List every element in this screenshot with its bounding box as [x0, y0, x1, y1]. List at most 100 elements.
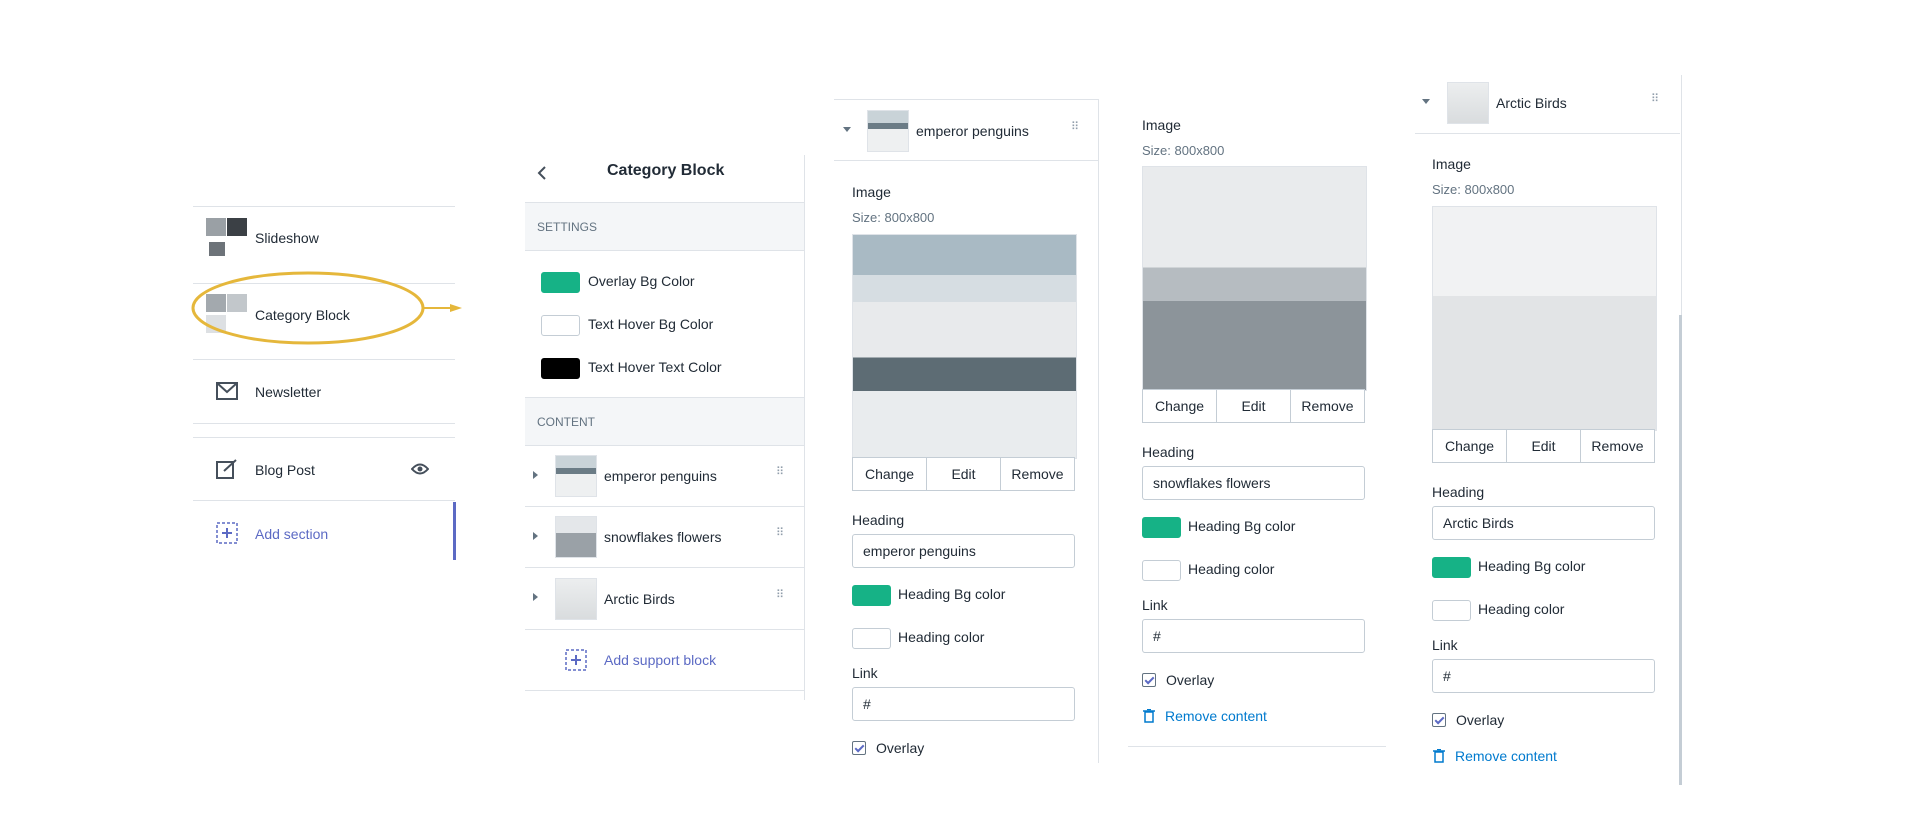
section-item-label: Newsletter [255, 384, 322, 400]
image-preview [1142, 166, 1367, 391]
heading-bg-color-swatch[interactable] [1142, 517, 1181, 538]
heading-input[interactable]: emperor penguins [852, 534, 1075, 568]
heading-input[interactable]: Arctic Birds [1432, 506, 1655, 540]
overlay-label: Overlay [1456, 712, 1505, 728]
heading-color-swatch[interactable] [1432, 600, 1471, 621]
caret-right-icon[interactable] [533, 471, 538, 479]
scrollbar[interactable] [1679, 315, 1682, 785]
divider [525, 202, 804, 203]
section-item-label: Blog Post [255, 462, 315, 478]
caret-down-icon[interactable] [843, 127, 851, 132]
image-button-bar: Change Edit Remove [1432, 429, 1655, 463]
heading-color-label: Heading color [898, 629, 985, 645]
content-header: CONTENT [537, 415, 595, 429]
change-button[interactable]: Change [853, 458, 927, 490]
image-preview [1432, 206, 1657, 431]
divider [525, 250, 804, 251]
remove-button[interactable]: Remove [1001, 458, 1074, 490]
block-label: emperor penguins [604, 468, 717, 484]
overlay-label: Overlay [876, 740, 925, 756]
block-title: emperor penguins [916, 123, 1029, 139]
divider [525, 629, 804, 630]
heading-label: Heading [852, 512, 905, 528]
overlay-checkbox[interactable] [852, 741, 866, 755]
divider [193, 206, 455, 207]
block-thumb [555, 578, 597, 620]
highlight-ellipse [191, 271, 462, 345]
block-title: Arctic Birds [1496, 95, 1567, 111]
heading-bg-color-label: Heading Bg color [898, 586, 1006, 602]
image-size: Size: 800x800 [1432, 182, 1515, 197]
color-label: Overlay Bg Color [588, 273, 695, 289]
edit-button[interactable]: Edit [927, 458, 1001, 490]
overlay-checkbox[interactable] [1432, 713, 1446, 727]
change-button[interactable]: Change [1433, 430, 1507, 462]
panel-title: Category Block [607, 162, 725, 179]
drag-handle-icon[interactable]: ⠿ [1651, 94, 1659, 109]
color-swatch[interactable] [541, 315, 580, 336]
section-item-label: Slideshow [255, 230, 319, 246]
edit-button[interactable]: Edit [1507, 430, 1581, 462]
divider [525, 445, 804, 446]
trash-icon [1143, 709, 1155, 723]
caret-right-icon[interactable] [533, 532, 538, 540]
link-input[interactable]: # [852, 687, 1075, 721]
panel-border [804, 155, 805, 700]
image-size: Size: 800x800 [852, 210, 935, 225]
link-input[interactable]: # [1142, 619, 1365, 653]
drag-handle-icon[interactable]: ⠿ [1071, 122, 1079, 137]
remove-button[interactable]: Remove [1291, 390, 1364, 422]
overlay-label: Overlay [1166, 672, 1215, 688]
link-label: Link [852, 665, 878, 681]
heading-label: Heading [1432, 484, 1485, 500]
add-section-label: Add section [255, 526, 329, 542]
block-thumb [1447, 82, 1489, 124]
divider [525, 690, 804, 691]
heading-input[interactable]: snowflakes flowers [1142, 466, 1365, 500]
link-input[interactable]: # [1432, 659, 1655, 693]
change-button[interactable]: Change [1143, 390, 1217, 422]
heading-bg-color-label: Heading Bg color [1478, 558, 1586, 574]
scrollbar[interactable] [453, 502, 456, 560]
heading-bg-color-swatch[interactable] [852, 585, 891, 606]
caret-right-icon[interactable] [533, 593, 538, 601]
caret-down-icon[interactable] [1422, 99, 1430, 104]
block-thumb [555, 516, 597, 558]
heading-color-swatch[interactable] [1142, 560, 1181, 581]
add-icon [565, 649, 587, 671]
remove-content-label: Remove content [1455, 748, 1557, 764]
color-label: Text Hover Text Color [588, 359, 722, 375]
divider [525, 397, 804, 398]
edit-icon [216, 459, 237, 479]
eye-icon[interactable] [411, 463, 429, 475]
drag-handle-icon[interactable]: ⠿ [776, 528, 784, 543]
image-label: Image [1432, 156, 1471, 172]
chevron-left-icon[interactable] [536, 165, 548, 181]
heading-bg-color-swatch[interactable] [1432, 557, 1471, 578]
envelope-icon [216, 382, 238, 400]
color-swatch[interactable] [541, 358, 580, 379]
heading-label: Heading [1142, 444, 1195, 460]
divider [1128, 746, 1386, 747]
image-button-bar: Change Edit Remove [1142, 389, 1365, 423]
heading-color-label: Heading color [1188, 561, 1275, 577]
divider [525, 567, 804, 568]
heading-color-swatch[interactable] [852, 628, 891, 649]
image-size: Size: 800x800 [1142, 143, 1225, 158]
drag-handle-icon[interactable]: ⠿ [776, 467, 784, 482]
overlay-checkbox[interactable] [1142, 673, 1156, 687]
heading-bg-color-label: Heading Bg color [1188, 518, 1296, 534]
remove-button[interactable]: Remove [1581, 430, 1654, 462]
link-label: Link [1432, 637, 1458, 653]
block-label: snowflakes flowers [604, 529, 722, 545]
divider [834, 160, 1098, 161]
drag-handle-icon[interactable]: ⠿ [776, 590, 784, 605]
color-swatch[interactable] [541, 272, 580, 293]
divider [1415, 133, 1680, 134]
link-label: Link [1142, 597, 1168, 613]
divider [834, 99, 1098, 100]
edit-button[interactable]: Edit [1217, 390, 1291, 422]
image-label: Image [1142, 117, 1181, 133]
image-preview [852, 234, 1077, 459]
divider [193, 437, 455, 438]
